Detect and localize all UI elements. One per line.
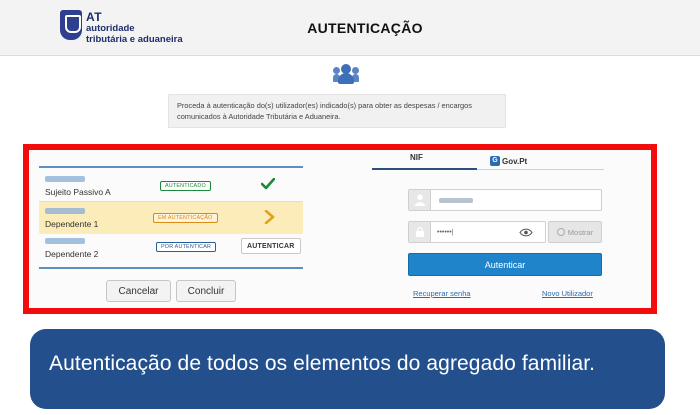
govpt-logo-icon: G bbox=[490, 156, 500, 166]
active-tab-indicator bbox=[372, 168, 477, 170]
member-row[interactable]: Sujeito Passivo A AUTENTICADO bbox=[39, 174, 303, 202]
password-field[interactable] bbox=[408, 221, 546, 243]
at-logo[interactable]: AT autoridade tributária e aduaneira bbox=[60, 10, 190, 45]
masked-nif bbox=[45, 208, 85, 214]
instructions-text: Proceda à autenticação do(s) utilizador(… bbox=[168, 94, 506, 128]
logo-line-1: autoridade bbox=[86, 23, 135, 34]
header-bar: AT autoridade tributária e aduaneira AUT… bbox=[0, 0, 700, 56]
tab-govpt[interactable]: G Gov.Pt bbox=[490, 151, 527, 171]
cancel-button[interactable]: Cancelar bbox=[106, 280, 171, 302]
list-bottom-divider bbox=[39, 267, 303, 269]
coat-of-arms-icon bbox=[60, 10, 82, 40]
conclude-button[interactable]: Concluir bbox=[176, 280, 236, 302]
user-addon bbox=[409, 190, 431, 210]
show-password-button[interactable]: Mostrar bbox=[548, 221, 602, 243]
authenticate-button[interactable]: Autenticar bbox=[408, 253, 602, 276]
page-title: AUTENTICAÇÃO bbox=[307, 20, 423, 36]
new-user-link[interactable]: Novo Utilizador bbox=[542, 289, 593, 298]
tab-govpt-label: Gov.Pt bbox=[502, 156, 528, 166]
masked-nif bbox=[45, 176, 85, 182]
member-row[interactable]: Dependente 2 POR AUTENTICAR AUTENTICAR bbox=[39, 236, 303, 264]
member-name: Sujeito Passivo A bbox=[45, 187, 111, 197]
chevron-right-icon[interactable] bbox=[263, 210, 275, 224]
status-badge: AUTENTICADO bbox=[160, 181, 211, 191]
show-password-label: Mostrar bbox=[567, 227, 594, 237]
recover-password-link[interactable]: Recuperar senha bbox=[413, 289, 471, 298]
person-icon bbox=[415, 194, 425, 206]
lock-addon bbox=[409, 222, 431, 242]
status-badge: EM AUTENTICAÇÃO bbox=[153, 213, 218, 223]
lock-icon bbox=[416, 227, 424, 237]
users-icon bbox=[333, 64, 359, 84]
logo-abbrev: AT bbox=[86, 10, 103, 24]
check-icon bbox=[261, 178, 275, 190]
authenticate-member-button[interactable]: AUTENTICAR bbox=[241, 238, 301, 254]
nif-field[interactable] bbox=[408, 189, 602, 211]
masked-nif-value bbox=[439, 198, 473, 203]
member-name: Dependente 1 bbox=[45, 219, 99, 229]
show-toggle-icon bbox=[556, 228, 565, 236]
masked-nif bbox=[45, 238, 85, 244]
logo-line-2: tributária e aduaneira bbox=[86, 34, 183, 45]
status-badge: POR AUTENTICAR bbox=[156, 242, 217, 252]
eye-icon[interactable] bbox=[519, 228, 533, 237]
member-name: Dependente 2 bbox=[45, 249, 99, 259]
login-tabs: NIF G Gov.Pt bbox=[372, 150, 604, 170]
caption-text: Autenticação de todos os elementos do ag… bbox=[49, 352, 596, 375]
tab-nif[interactable]: NIF bbox=[410, 153, 423, 173]
list-top-divider bbox=[39, 166, 303, 168]
member-row[interactable]: Dependente 1 EM AUTENTICAÇÃO bbox=[39, 202, 303, 234]
